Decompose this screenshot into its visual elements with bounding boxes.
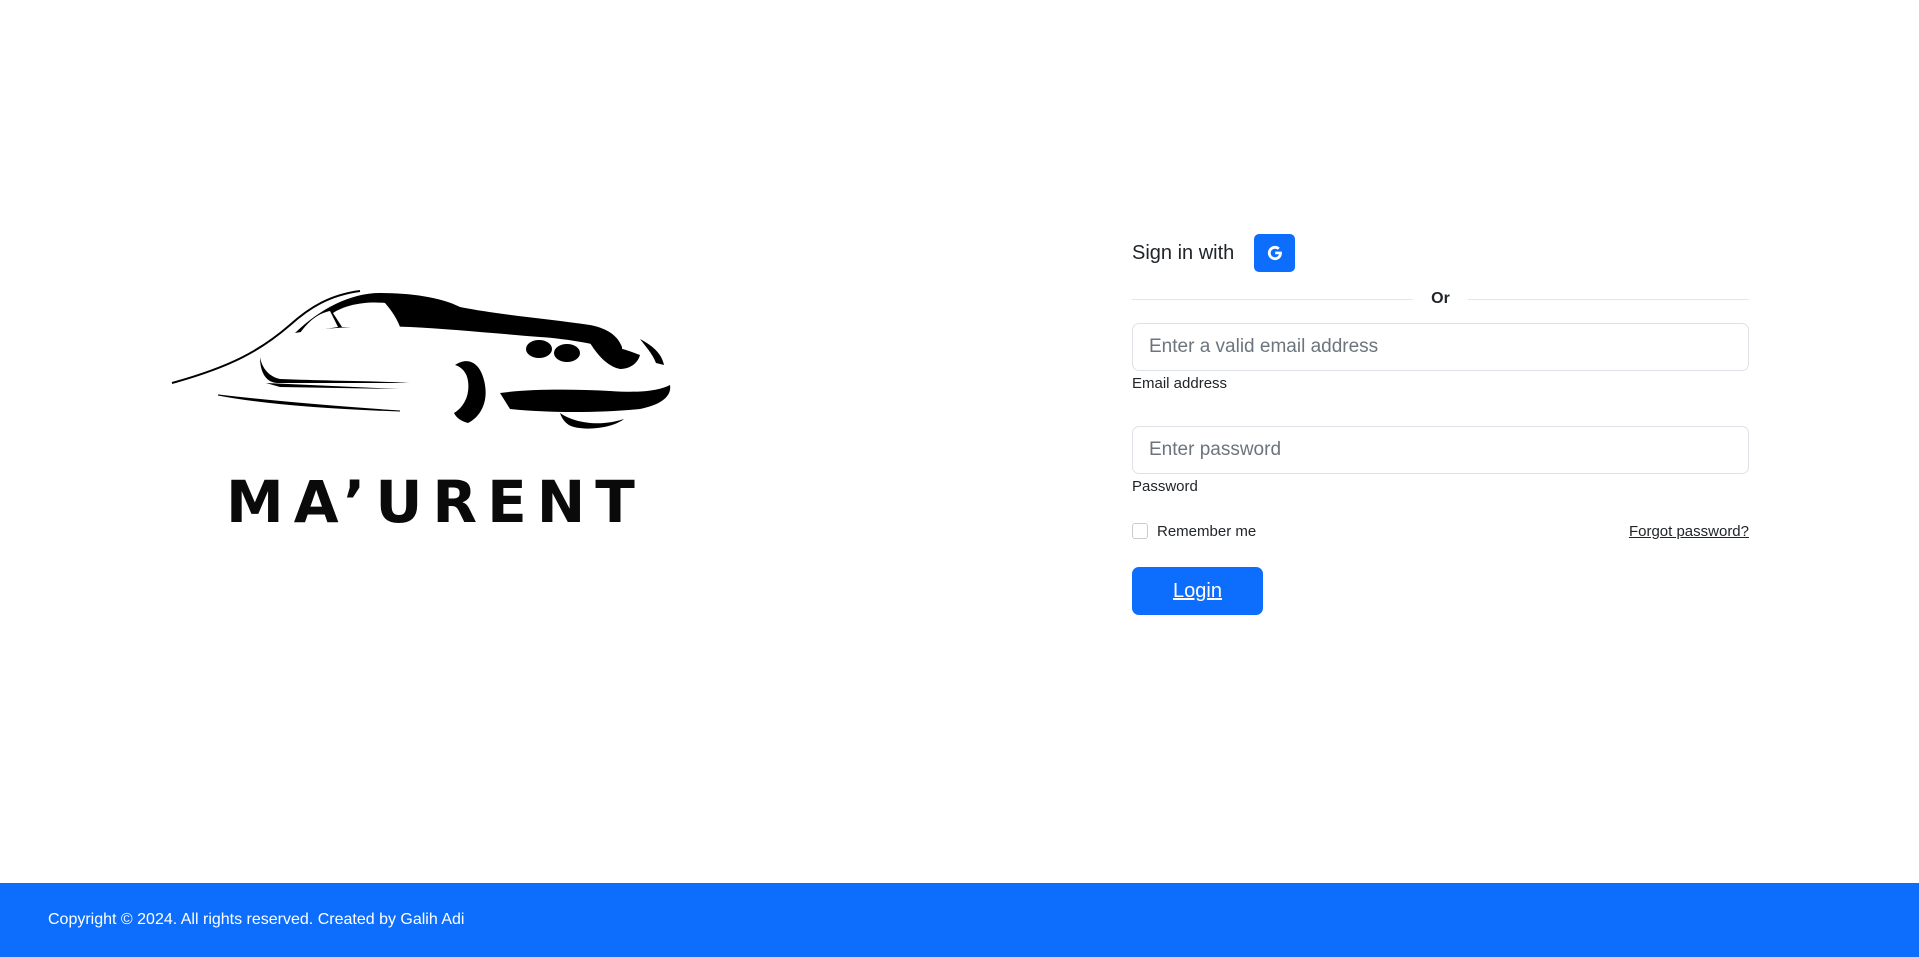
email-group: Email address bbox=[1132, 323, 1749, 392]
form-options-row: Remember me Forgot password? bbox=[1132, 521, 1749, 541]
brand-name: MA’URENT bbox=[226, 468, 645, 536]
google-signin-button[interactable] bbox=[1254, 234, 1296, 272]
email-input[interactable] bbox=[1132, 323, 1749, 371]
footer: Copyright © 2024. All rights reserved. C… bbox=[0, 883, 1919, 957]
forgot-password-link[interactable]: Forgot password? bbox=[1629, 523, 1749, 540]
remember-me: Remember me bbox=[1132, 523, 1256, 540]
divider-line-right bbox=[1467, 298, 1750, 300]
remember-me-label[interactable]: Remember me bbox=[1157, 523, 1256, 540]
brand-logo: MA’URENT bbox=[170, 285, 680, 545]
social-signin-row: Sign in with bbox=[1132, 234, 1749, 272]
signin-with-label: Sign in with bbox=[1132, 241, 1235, 264]
email-label: Email address bbox=[1132, 375, 1228, 392]
or-divider: Or bbox=[1132, 288, 1750, 310]
google-g-icon bbox=[1267, 245, 1282, 261]
login-form: Sign in with Or Email address Password R… bbox=[1132, 234, 1750, 615]
password-group: Password bbox=[1132, 426, 1749, 495]
divider-line-left bbox=[1132, 298, 1414, 300]
car-logo-icon bbox=[171, 290, 671, 429]
copyright-text: Copyright © 2024. All rights reserved. C… bbox=[48, 911, 465, 928]
or-label: Or bbox=[1431, 290, 1450, 307]
login-page: MA’URENT Sign in with Or Email address P… bbox=[0, 0, 1919, 957]
login-button[interactable]: Login bbox=[1132, 567, 1263, 615]
password-label: Password bbox=[1132, 478, 1198, 495]
remember-me-checkbox[interactable] bbox=[1132, 523, 1148, 539]
password-input[interactable] bbox=[1132, 426, 1749, 474]
